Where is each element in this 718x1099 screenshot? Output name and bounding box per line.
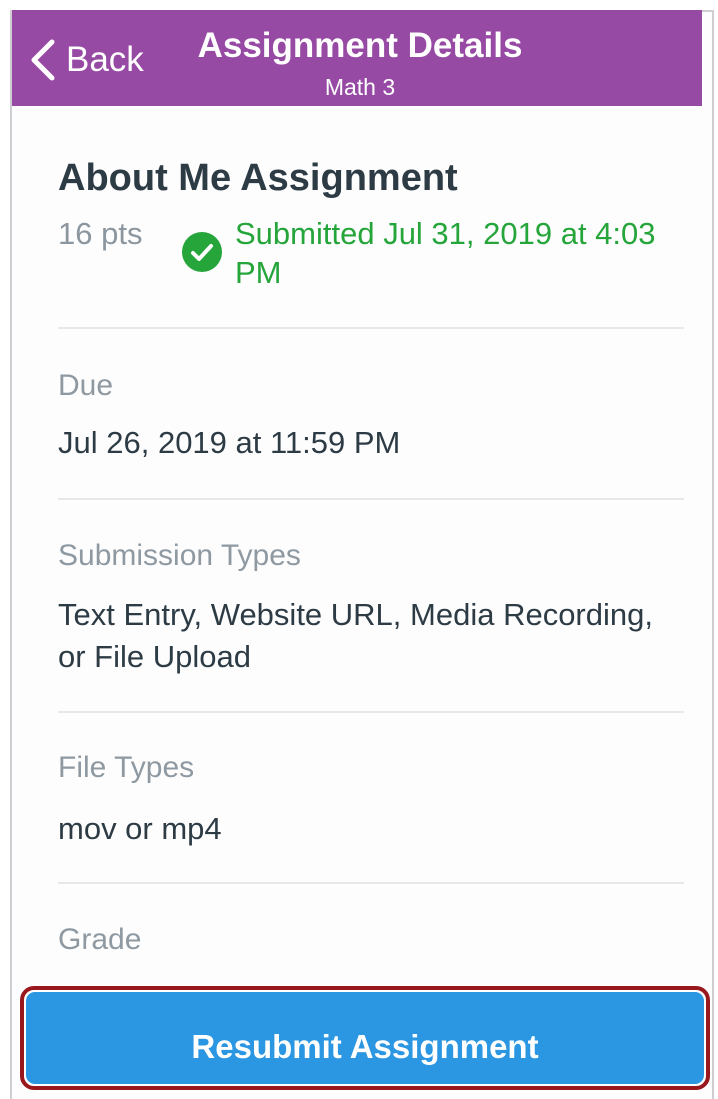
grade-label: Grade: [58, 923, 142, 956]
submission-types-label: Submission Types: [58, 539, 301, 572]
screenshot-page: Back Assignment Details Math 3 About Me …: [0, 0, 718, 1099]
points-label: 16 pts: [58, 216, 143, 251]
submission-status: Submitted Jul 31, 2019 at 4:03 PM: [235, 216, 656, 290]
check-circle-icon: [182, 232, 222, 272]
page-title: Assignment Details: [197, 26, 523, 65]
due-label: Due: [58, 369, 114, 402]
divider: [58, 498, 684, 500]
navigation-bar: Back Assignment Details Math 3: [12, 10, 702, 106]
divider: [58, 882, 684, 884]
course-subtitle: Math 3: [324, 74, 396, 100]
divider: [58, 327, 684, 329]
file-types-value: mov or mp4: [58, 811, 222, 846]
submission-types-value: Text Entry, Website URL, Media Recording…: [58, 597, 653, 674]
resubmit-assignment-button[interactable]: Resubmit Assignment: [26, 992, 704, 1084]
assignment-title: About Me Assignment: [58, 157, 458, 199]
due-value: Jul 26, 2019 at 11:59 PM: [58, 425, 401, 460]
divider: [58, 711, 684, 713]
file-types-label: File Types: [58, 751, 195, 784]
